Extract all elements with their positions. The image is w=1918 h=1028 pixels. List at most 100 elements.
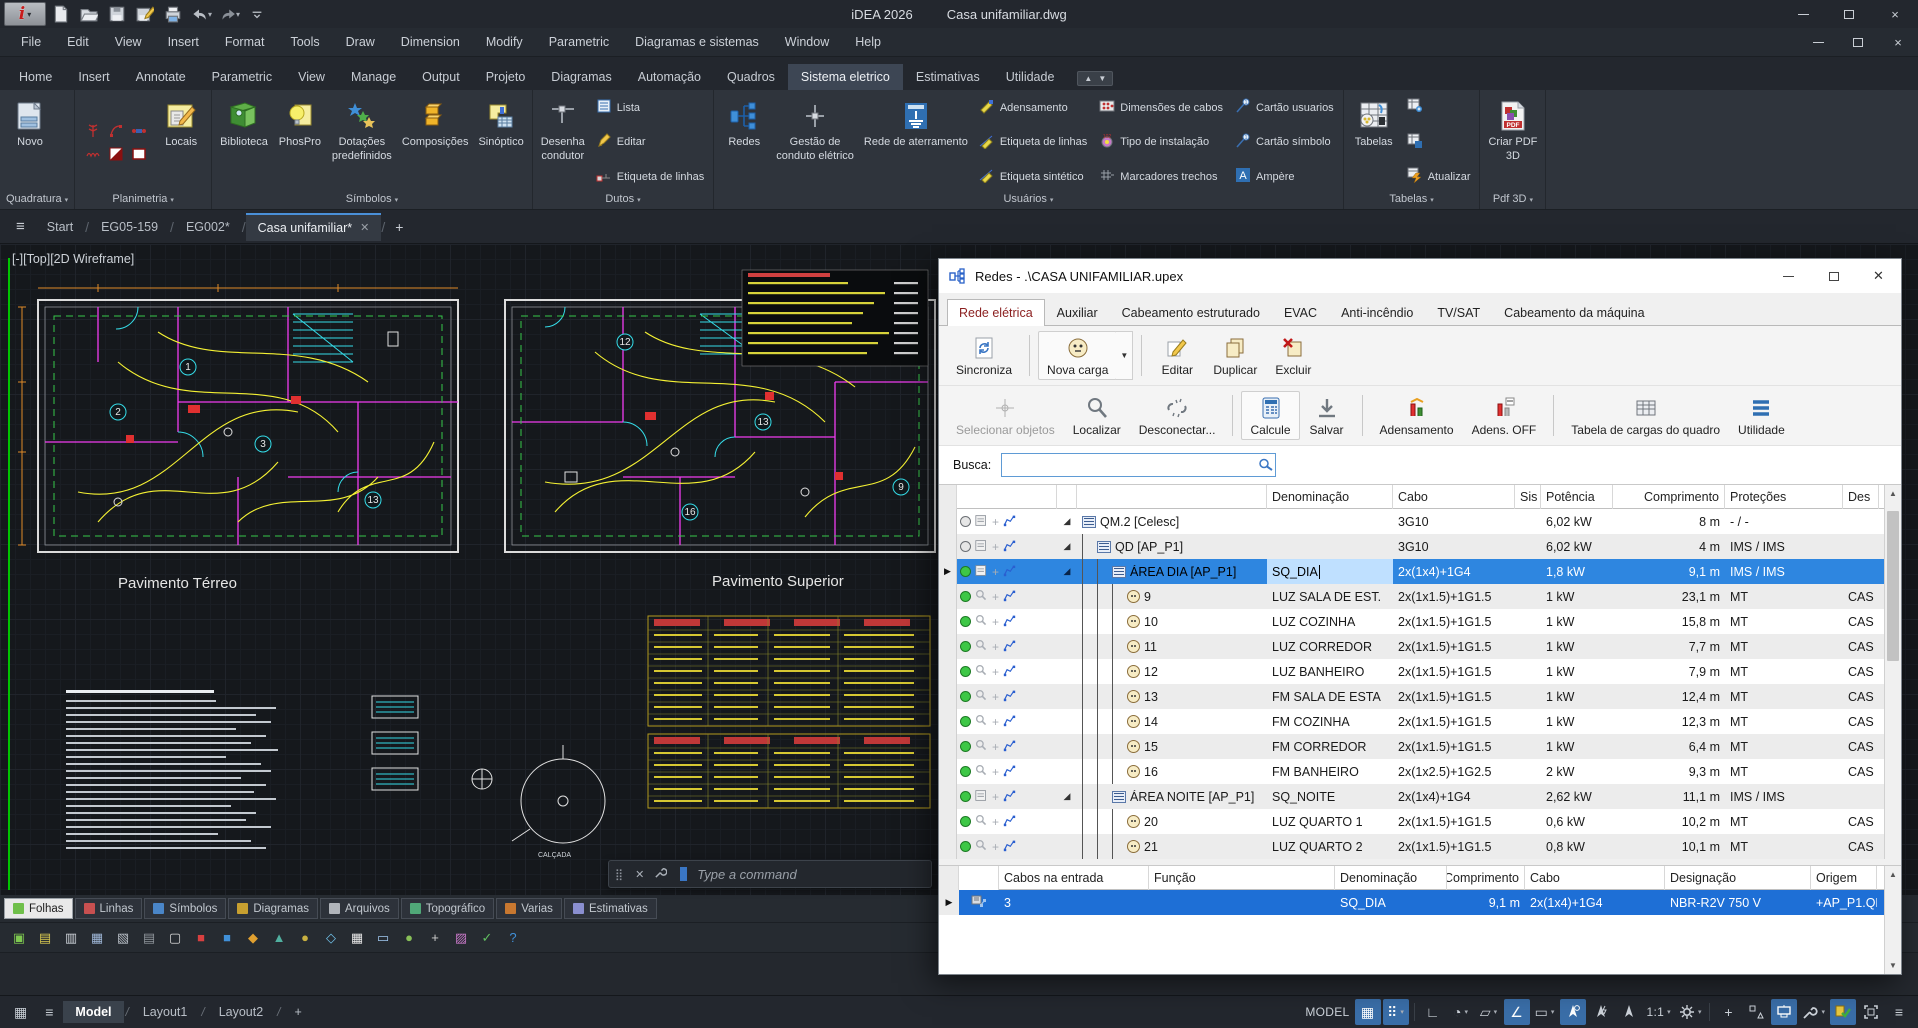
tri-icon[interactable] (106, 144, 126, 164)
new-drawing-icon[interactable]: + (385, 219, 413, 235)
cell-comprimento[interactable]: 6,4 m (1613, 740, 1725, 754)
panel-label-dutos[interactable]: Dutos▾ (533, 190, 714, 209)
dialog-button-nova-carga[interactable]: Nova carga (1038, 331, 1117, 380)
table-row[interactable]: + ◢ÁREA NOITE [AP_P1]SQ_NOITE2x(1x4)+1G4… (939, 784, 1901, 809)
ribbon-button-tabelas[interactable]: Tabelas (1348, 94, 1400, 190)
column-header-funcao[interactable]: Função (1149, 866, 1335, 890)
menu-help[interactable]: Help (842, 28, 894, 56)
cell-cabo[interactable]: 2x(1x4)+1G4 (1525, 896, 1665, 910)
import-sheet-icon[interactable]: ▤ (34, 927, 56, 949)
locate-icon[interactable] (975, 764, 988, 780)
polyline-icon[interactable] (1003, 714, 1016, 730)
cell-protecoes[interactable]: MT (1725, 590, 1843, 604)
cell-protecoes[interactable]: MT (1725, 765, 1843, 779)
polyline-icon[interactable] (1003, 614, 1016, 630)
dialog-button-adens-off[interactable]: Adens. OFF (1463, 391, 1546, 440)
hardware-acceleration-icon[interactable] (1771, 999, 1797, 1025)
dialog-button-localizar[interactable]: Localizar (1064, 391, 1130, 440)
annotation-autoscale-icon[interactable] (1588, 999, 1614, 1025)
ribbon-tab-output[interactable]: Output (409, 64, 473, 90)
ribbon-tab-utilidade[interactable]: Utilidade (993, 64, 1068, 90)
ortho-mode-icon[interactable]: ∟ (1420, 999, 1446, 1025)
app-menu-button[interactable]: i▾ (4, 2, 46, 26)
locate-icon[interactable] (975, 639, 988, 655)
dialog-close-button[interactable]: ✕ (1856, 259, 1901, 293)
file-tab-start[interactable]: Start (35, 214, 85, 240)
cell-designacao[interactable]: CAS (1843, 640, 1879, 654)
close-tab-icon[interactable]: ✕ (360, 221, 369, 234)
command-input[interactable]: Type a command (687, 867, 796, 882)
cell-denominacao[interactable]: SQ_NOITE (1267, 790, 1393, 804)
sheet-tab-folhas[interactable]: Folhas (4, 898, 73, 919)
ribbon-tab-quadros[interactable]: Quadros (714, 64, 788, 90)
column-header-sis[interactable]: Sis (1515, 485, 1541, 509)
ribbon-button-composicoes[interactable]: Composições (398, 94, 473, 190)
dialog-button-salvar[interactable]: Salvar (1300, 391, 1354, 440)
file-tab-casa-unifamiliar[interactable]: Casa unifamiliar*✕ (246, 213, 382, 241)
table-row[interactable]: + 10LUZ COZINHA2x(1x1.5)+1G1.51 kW15,8 m… (939, 609, 1901, 634)
menu-edit[interactable]: Edit (54, 28, 102, 56)
ribbon-button-locais[interactable]: Locais (155, 94, 207, 190)
dialog-tab-anti-incendio[interactable]: Anti-incêndio (1329, 299, 1425, 326)
hatch-icon[interactable]: ▨ (450, 927, 472, 949)
cell-designacao[interactable]: CAS (1843, 840, 1879, 854)
dialog-tab-auxiliar[interactable]: Auxiliar (1045, 299, 1110, 326)
ribbon-button-novo[interactable]: Novo (4, 94, 56, 190)
menu-diagramas-e-sistemas[interactable]: Diagramas e sistemas (622, 28, 772, 56)
cell-cabo[interactable]: 2x(1x1.5)+1G1.5 (1393, 615, 1515, 629)
crosshair-icon[interactable]: + (992, 640, 999, 654)
annotation-visibility-icon[interactable] (1560, 999, 1586, 1025)
cell-comprimento[interactable]: 10,2 m (1613, 815, 1725, 829)
table-row[interactable]: + 9LUZ SALA DE EST.2x(1x1.5)+1G1.51 kW23… (939, 584, 1901, 609)
crosshair-icon[interactable]: + (992, 740, 999, 754)
ribbon-button-desenha-condutor[interactable]: Desenha condutor (537, 94, 589, 190)
menu-insert[interactable]: Insert (155, 28, 212, 56)
dwf-icon[interactable]: ■ (216, 927, 238, 949)
cell-denominacao[interactable]: FM CORREDOR (1267, 740, 1393, 754)
isolate-objects-icon[interactable] (1743, 999, 1769, 1025)
scroll-up-icon[interactable]: ▲ (1885, 485, 1901, 502)
sheet-tab-diagramas[interactable]: Diagramas (228, 898, 318, 919)
ribbon-button-etiqueta-de-linhas[interactable]: Etiqueta de linhas (976, 132, 1090, 153)
ribbon-tab-insert[interactable]: Insert (65, 64, 122, 90)
scroll-down-icon[interactable]: ▼ (1885, 957, 1901, 974)
ribbon-button-criar-pdf-3d[interactable]: PDFCriar PDF 3D (1484, 94, 1541, 190)
locate-icon[interactable] (975, 739, 988, 755)
ribbon-tab-sistema-eletrico[interactable]: Sistema eletrico (788, 64, 903, 90)
cell-protecoes[interactable]: MT (1725, 690, 1843, 704)
cell-denominacao[interactable]: LUZ SALA DE EST. (1267, 590, 1393, 604)
search-input[interactable] (1002, 454, 1257, 476)
cell-designacao[interactable]: CAS (1843, 615, 1879, 629)
cell-protecoes[interactable]: - / - (1725, 515, 1843, 529)
ribbon-button-rede-de-aterramento[interactable]: Rede de aterramento (860, 94, 972, 190)
cell-cabo[interactable]: 3G10 (1393, 515, 1515, 529)
save-as-icon[interactable] (132, 2, 158, 26)
isodraft-icon[interactable]: ▱▾ (1476, 999, 1502, 1025)
locate-icon[interactable] (975, 839, 988, 855)
redo-icon[interactable]: ▾ (216, 2, 242, 26)
sheet-tab-topografico[interactable]: Topográfico (401, 898, 494, 919)
panel-label-tabelas[interactable]: Tabelas▾ (1344, 190, 1480, 209)
layout-menu-icon[interactable]: ≡ (37, 1004, 61, 1020)
panel-box-icon[interactable] (975, 514, 988, 530)
ribbon-button-tblsave[interactable] (1404, 132, 1474, 153)
transmit-icon[interactable]: ▲ (268, 927, 290, 949)
cables-scrollbar[interactable]: ▲ ▼ (1884, 866, 1901, 974)
publish-icon[interactable]: ◆ (242, 927, 264, 949)
docwin-restore-button[interactable] (1838, 28, 1878, 56)
polyline-icon[interactable] (1003, 739, 1016, 755)
cell-potencia[interactable]: 1 kW (1541, 615, 1613, 629)
column-header-des[interactable]: Des (1843, 485, 1879, 509)
coil-icon[interactable] (83, 144, 103, 164)
ribbon-tab-estimativas[interactable]: Estimativas (903, 64, 993, 90)
table-row[interactable]: ▶ + ◢ÁREA DIA [AP_P1]SQ_DIA2x(1x4)+1G41,… (939, 559, 1901, 584)
cell-denominacao[interactable]: SQ_DIA (1335, 896, 1447, 910)
command-bar[interactable]: ⣿ ✕ Type a command (608, 860, 932, 888)
cell-potencia[interactable]: 0,6 kW (1541, 815, 1613, 829)
ribbon-tab-automacao[interactable]: Automação (625, 64, 714, 90)
cell-denominacao[interactable]: LUZ CORREDOR (1267, 640, 1393, 654)
sheet-tab-estimativas[interactable]: Estimativas (564, 898, 657, 919)
cell-potencia[interactable]: 6,02 kW (1541, 540, 1613, 554)
annotation-monitor-icon[interactable]: + (1715, 999, 1741, 1025)
cell-comprimento[interactable]: 9,3 m (1613, 765, 1725, 779)
